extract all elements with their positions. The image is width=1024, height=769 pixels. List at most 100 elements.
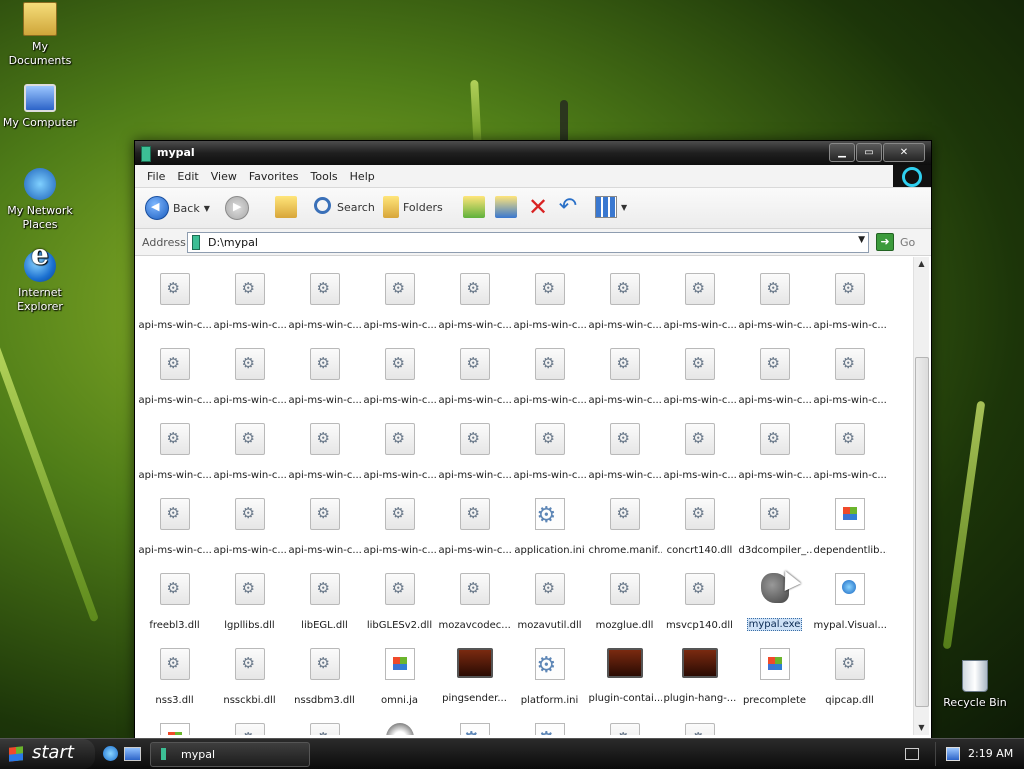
file-item[interactable]: api-ms-win-c...	[137, 257, 212, 331]
forward-button[interactable]	[225, 196, 249, 220]
file-item[interactable]: freebl3.dll	[137, 551, 212, 631]
file-item[interactable]: concrt140.dll	[662, 476, 737, 556]
clock[interactable]: 2:19 AM	[968, 747, 1013, 760]
file-item[interactable]: api-ms-win-c...	[212, 401, 287, 481]
file-item[interactable]: pingsender...	[437, 626, 512, 704]
file-item[interactable]: ucrtbase.dll	[287, 701, 362, 735]
start-button[interactable]: start	[0, 739, 95, 769]
file-item[interactable]: api-ms-win-c...	[587, 401, 662, 481]
file-item[interactable]: api-ms-win-c...	[287, 476, 362, 556]
file-item[interactable]: api-ms-win-c...	[437, 257, 512, 331]
file-item[interactable]: chrome.manif...	[587, 476, 662, 556]
maximize-button[interactable]: ▭	[856, 143, 882, 162]
file-item[interactable]: nssckbi.dll	[212, 626, 287, 706]
chevron-down-icon[interactable]: ▼	[858, 235, 865, 245]
undo-button[interactable]: ↶	[557, 196, 579, 218]
title-bar[interactable]: mypal ▁ ▭ ✕	[135, 141, 931, 165]
file-item[interactable]: softokn3.dll	[212, 701, 287, 735]
file-item[interactable]: plugin-hang-...	[662, 626, 737, 704]
file-item[interactable]: api-ms-win-c...	[437, 401, 512, 481]
menu-edit[interactable]: Edit	[171, 170, 204, 183]
desktop-icon-my-computer[interactable]: My Computer	[0, 84, 80, 130]
file-item[interactable]: api-ms-win-c...	[287, 257, 362, 331]
file-item[interactable]: mypal.exe	[737, 551, 812, 631]
back-button[interactable]: Back ▼	[145, 196, 210, 220]
file-item[interactable]: api-ms-win-c...	[212, 476, 287, 556]
file-item[interactable]: api-ms-win-c...	[362, 326, 437, 406]
file-item[interactable]: vcruntime14...	[587, 701, 662, 735]
file-item[interactable]: api-ms-win-c...	[587, 326, 662, 406]
views-button[interactable]: ▼	[595, 196, 627, 218]
file-item[interactable]: api-ms-win-c...	[812, 326, 887, 406]
file-item[interactable]: dependentlib...	[812, 476, 887, 556]
file-item[interactable]: update-settin...	[512, 701, 587, 735]
menu-file[interactable]: File	[141, 170, 171, 183]
file-item[interactable]: api-ms-win-c...	[737, 401, 812, 481]
file-item[interactable]: api-ms-win-c...	[437, 326, 512, 406]
file-item[interactable]: api-ms-win-c...	[212, 257, 287, 331]
menu-help[interactable]: Help	[344, 170, 381, 183]
file-item[interactable]: precomplete	[737, 626, 812, 706]
quicklaunch-ie-icon[interactable]	[103, 746, 118, 761]
file-item[interactable]: api-ms-win-c...	[587, 257, 662, 331]
file-item[interactable]: api-ms-win-c...	[137, 401, 212, 481]
file-item[interactable]: api-ms-win-c...	[437, 476, 512, 556]
folders-button[interactable]: Folders	[383, 196, 443, 218]
file-item[interactable]: api-ms-win-c...	[362, 476, 437, 556]
file-item[interactable]: nssdbm3.dll	[287, 626, 362, 706]
file-item[interactable]: plugin-contai...	[587, 626, 662, 704]
file-item[interactable]: api-ms-win-c...	[812, 257, 887, 331]
file-item[interactable]: api-ms-win-c...	[662, 257, 737, 331]
back-dropdown-icon[interactable]: ▼	[204, 204, 210, 213]
desktop-icon-my-network-places[interactable]: My Network Places	[0, 168, 80, 232]
file-item[interactable]: d3dcompiler_...	[737, 476, 812, 556]
file-item[interactable]: api-ms-win-c...	[362, 257, 437, 331]
copy-to-button[interactable]	[495, 196, 517, 218]
menu-tools[interactable]: Tools	[305, 170, 344, 183]
address-input[interactable]: D:\mypal ▼	[187, 232, 869, 253]
scroll-down-icon[interactable]: ▼	[914, 721, 929, 735]
file-item[interactable]: api-ms-win-c...	[512, 257, 587, 331]
file-item[interactable]: api-ms-win-c...	[737, 326, 812, 406]
file-item[interactable]: api-ms-win-c...	[212, 326, 287, 406]
go-button[interactable]: Go	[900, 236, 915, 249]
search-button[interactable]: Search	[311, 196, 375, 218]
network-tray-icon[interactable]	[946, 747, 960, 761]
file-item[interactable]: mozglue.dll	[587, 551, 662, 631]
close-button[interactable]: ✕	[883, 143, 925, 162]
file-item[interactable]: mypal.Visual...	[812, 551, 887, 631]
file-item[interactable]: api-ms-win-c...	[812, 401, 887, 481]
file-item[interactable]: qipcap.dll	[812, 626, 887, 706]
go-arrow-icon[interactable]: ➜	[876, 233, 894, 251]
up-folder-button[interactable]	[275, 196, 297, 218]
file-item[interactable]: api-ms-win-c...	[137, 476, 212, 556]
file-item[interactable]: xul.dll	[662, 701, 737, 735]
file-item[interactable]: nss3.dll	[137, 626, 212, 706]
taskbar-button-mypal[interactable]: mypal	[150, 742, 310, 767]
file-item[interactable]: lgpllibs.dll	[212, 551, 287, 631]
file-item[interactable]: mozavcodec...	[437, 551, 512, 631]
file-item[interactable]: updater.exe	[362, 701, 437, 735]
vertical-scrollbar[interactable]: ▲ ▼	[913, 257, 929, 735]
file-item[interactable]: api-ms-win-c...	[287, 326, 362, 406]
file-item[interactable]: updater.ini	[437, 701, 512, 735]
file-item[interactable]: api-ms-win-c...	[737, 257, 812, 331]
file-view[interactable]: api-ms-win-c...api-ms-win-c...api-ms-win…	[137, 257, 911, 735]
file-item[interactable]: api-ms-win-c...	[287, 401, 362, 481]
file-item[interactable]: mozavutil.dll	[512, 551, 587, 631]
file-item[interactable]: omni.ja	[362, 626, 437, 706]
file-item[interactable]: api-ms-win-c...	[137, 326, 212, 406]
menu-view[interactable]: View	[205, 170, 243, 183]
scroll-up-icon[interactable]: ▲	[914, 257, 929, 271]
menu-favorites[interactable]: Favorites	[243, 170, 305, 183]
scroll-thumb[interactable]	[915, 357, 929, 707]
minimize-button[interactable]: ▁	[829, 143, 855, 162]
file-item[interactable]: libGLESv2.dll	[362, 551, 437, 631]
desktop-icon-internet-explorer[interactable]: Internet Explorer	[0, 248, 80, 314]
file-item[interactable]: api-ms-win-c...	[362, 401, 437, 481]
file-item[interactable]: removed-files	[137, 701, 212, 735]
file-item[interactable]: api-ms-win-c...	[662, 401, 737, 481]
file-item[interactable]: platform.ini	[512, 626, 587, 706]
quicklaunch-show-desktop-icon[interactable]	[124, 747, 141, 761]
desktop-icon-recycle-bin[interactable]: Recycle Bin	[935, 660, 1015, 710]
